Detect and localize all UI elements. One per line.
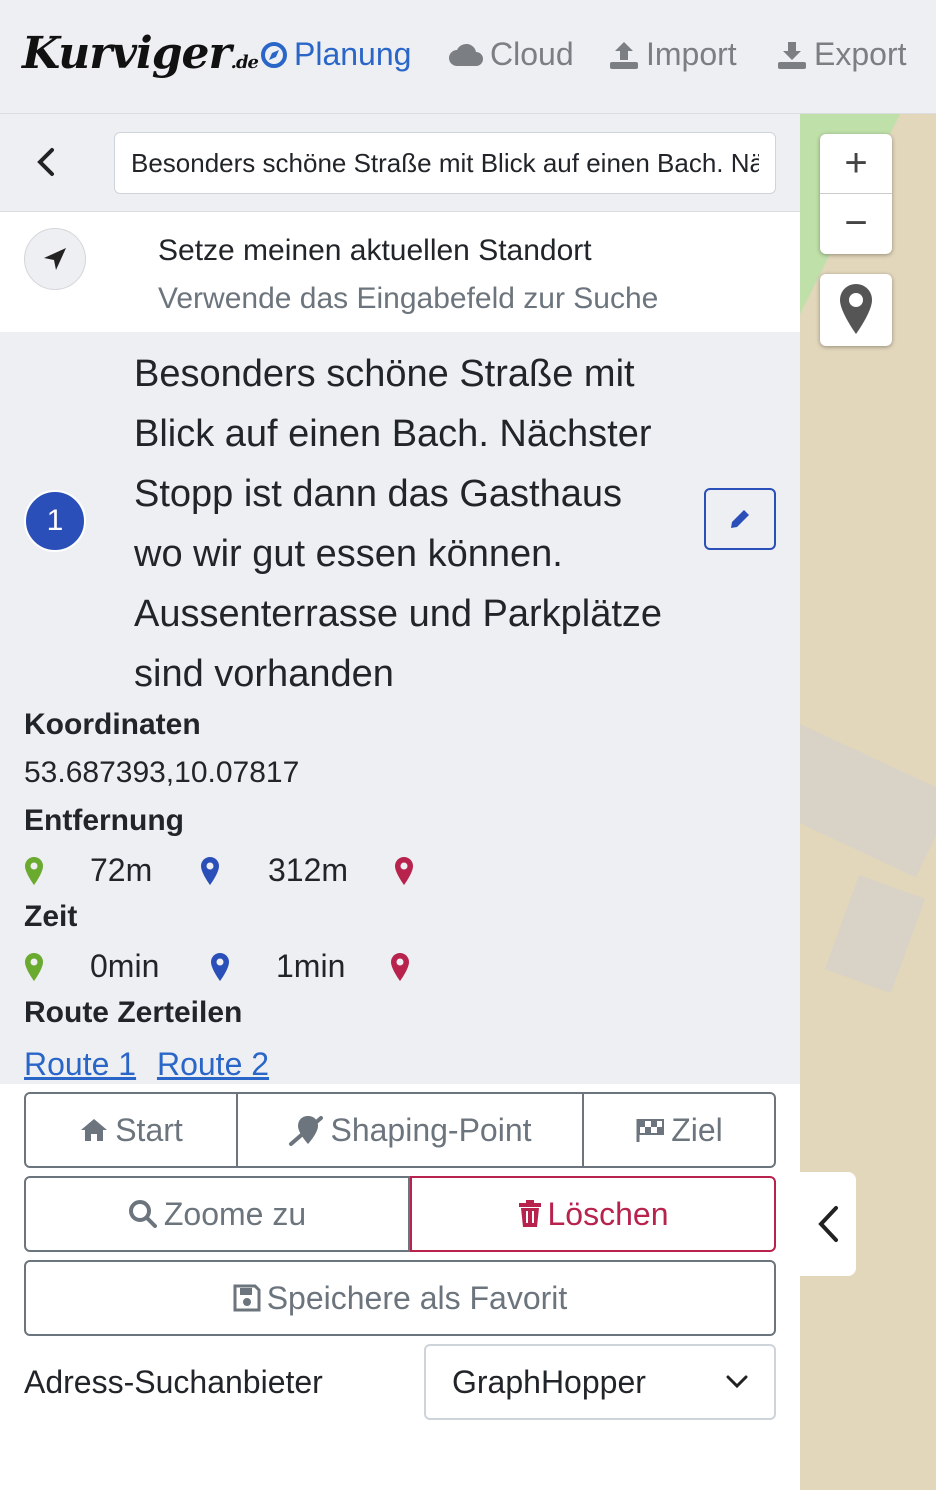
top-navbar: Kurviger.de Planung Cloud Import Export <box>0 0 936 114</box>
save-favorite-label: Speichere als Favorit <box>266 1279 568 1316</box>
waypoint-description: Besonders schöne Straße mit Blick auf ei… <box>134 353 663 695</box>
shaping-point-button[interactable]: Shaping-Point <box>238 1092 584 1168</box>
delete-label: Löschen <box>547 1195 669 1232</box>
prev-pin-icon <box>25 857 43 885</box>
distance-row: 72m 312m <box>24 852 444 892</box>
zoom-to-button[interactable]: Zoome zu <box>24 1176 410 1252</box>
time-prev: 0min <box>90 948 160 984</box>
current-pin-icon <box>211 953 229 981</box>
start-button[interactable]: Start <box>24 1092 238 1168</box>
nav-export[interactable]: Export <box>776 36 906 73</box>
chevron-down-icon <box>726 1375 748 1389</box>
compass-icon <box>261 41 287 68</box>
distance-next: 312m <box>268 852 349 888</box>
location-arrow-icon <box>44 248 66 270</box>
upload-icon <box>610 41 638 69</box>
suggestion-current-location[interactable]: Setze meinen aktuellen Standort Verwende… <box>0 212 800 332</box>
logo-text: Kurviger <box>22 28 232 79</box>
delete-button[interactable]: Löschen <box>410 1176 776 1252</box>
distance-prev: 72m <box>90 852 153 888</box>
chevron-left-icon <box>818 1206 838 1242</box>
nav-cloud[interactable]: Cloud <box>448 36 574 73</box>
nav-label: Import <box>646 36 737 72</box>
time-label: Zeit <box>24 900 78 933</box>
distance-label: Entfernung <box>24 804 184 837</box>
split-route-label: Route Zerteilen <box>24 996 243 1029</box>
save-favorite-button[interactable]: Speichere als Favorit <box>24 1260 776 1336</box>
nav-label: Planung <box>294 36 412 72</box>
waypoint-number-badge: 1 <box>24 490 86 552</box>
waypoint-type-group: Start Shaping-Point Ziel <box>24 1092 776 1168</box>
time-row: 0min 1min <box>24 948 444 988</box>
address-provider-label: Adress-Suchanbieter <box>24 1364 323 1400</box>
back-button[interactable] <box>30 144 62 180</box>
checkered-flag-icon <box>636 1119 665 1142</box>
chevron-left-icon <box>37 148 54 176</box>
nav-planung[interactable]: Planung <box>260 36 411 73</box>
address-provider-select[interactable]: GraphHopper <box>424 1344 776 1420</box>
zoom-out-button[interactable]: − <box>820 193 892 252</box>
location-arrow-button[interactable] <box>24 228 86 290</box>
route-1-link[interactable]: Route 1 <box>24 1046 136 1082</box>
home-icon <box>81 1119 108 1141</box>
floppy-disk-icon <box>233 1284 261 1312</box>
address-provider-value: GraphHopper <box>452 1363 646 1400</box>
prev-pin-icon <box>25 953 43 981</box>
current-pin-icon <box>201 857 219 885</box>
pencil-icon <box>731 510 749 528</box>
edit-waypoint-button[interactable] <box>704 488 776 550</box>
nav-label: Cloud <box>490 36 574 72</box>
map-building <box>800 724 936 878</box>
locate-button[interactable] <box>820 274 892 346</box>
coordinates-value: 53.687393,10.07817 <box>24 756 300 789</box>
search-input[interactable] <box>114 132 776 194</box>
trash-icon <box>518 1200 541 1227</box>
map-pin-slash-icon <box>289 1116 324 1146</box>
brand-logo[interactable]: Kurviger.de <box>22 28 259 79</box>
shaping-label: Shaping-Point <box>330 1111 532 1148</box>
ziel-label: Ziel <box>671 1111 723 1148</box>
ziel-button[interactable]: Ziel <box>584 1092 776 1168</box>
suggestion-hint: Verwende das Eingabefeld zur Suche <box>158 282 659 315</box>
nav-import[interactable]: Import <box>608 36 737 73</box>
zoom-control: + − <box>820 134 892 254</box>
time-next: 1min <box>276 948 346 984</box>
nav-label: Export <box>814 36 907 72</box>
collapse-sidebar-button[interactable] <box>800 1172 856 1276</box>
next-pin-icon <box>391 953 409 981</box>
split-route-links: Route 1 Route 2 <box>24 1046 281 1083</box>
sidebar-panel: Setze meinen aktuellen Standort Verwende… <box>0 114 800 1490</box>
route-2-link[interactable]: Route 2 <box>157 1046 269 1082</box>
map-pin-icon <box>840 284 872 334</box>
start-label: Start <box>115 1111 183 1148</box>
search-icon <box>128 1200 157 1228</box>
coordinates-label: Koordinaten <box>24 708 201 741</box>
next-pin-icon <box>395 857 413 885</box>
cloud-icon <box>449 43 483 66</box>
zoom-in-button[interactable]: + <box>820 134 892 193</box>
logo-suffix: .de <box>230 52 259 73</box>
map-building <box>825 875 925 993</box>
waypoint-action-group: Zoome zu Löschen <box>24 1176 776 1252</box>
search-bar <box>0 114 800 212</box>
download-icon <box>778 41 806 69</box>
waypoint-details: 1 Besonders schöne Straße mit Blick auf … <box>0 332 800 1084</box>
suggestion-title: Setze meinen aktuellen Standort <box>158 234 592 267</box>
zoom-to-label: Zoome zu <box>163 1195 307 1232</box>
